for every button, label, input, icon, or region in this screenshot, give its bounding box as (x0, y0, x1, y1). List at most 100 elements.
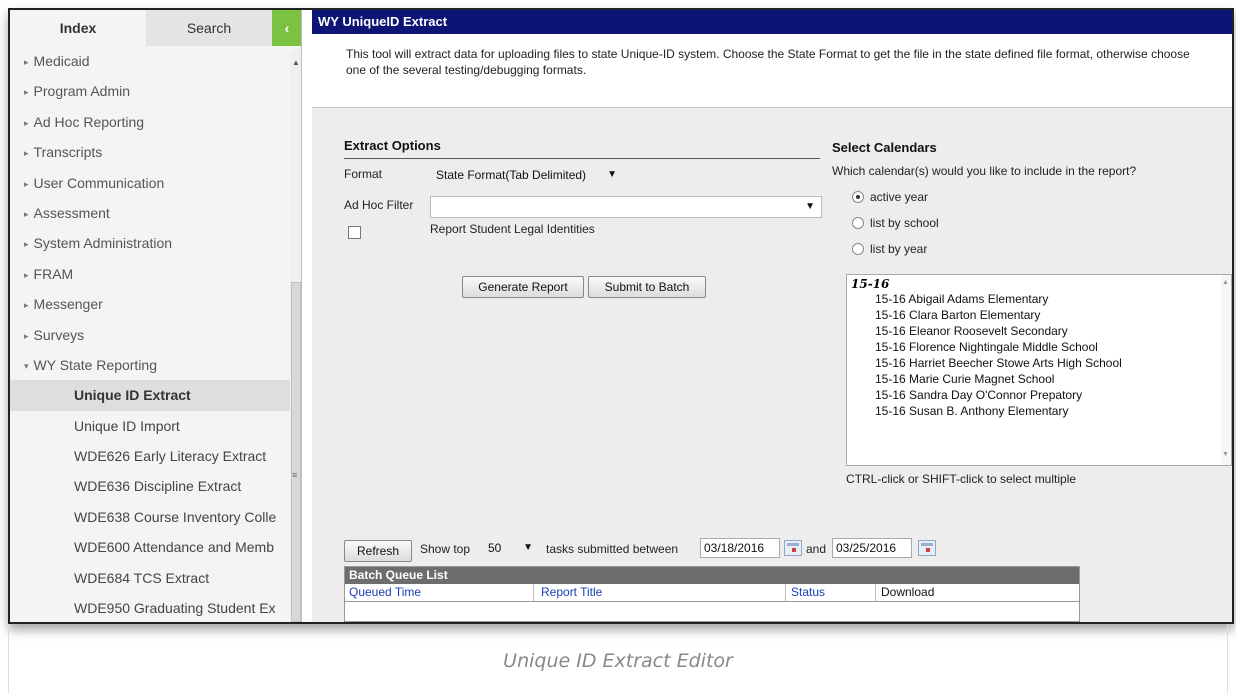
sidebar-item-label: Ad Hoc Reporting (33, 113, 145, 130)
scroll-up-icon[interactable]: ▲ (290, 58, 301, 67)
calendar-question: Which calendar(s) would you like to incl… (832, 164, 1137, 178)
calendar-icon[interactable] (784, 540, 802, 556)
calendar-option[interactable]: 15-16 Sandra Day O'Connor Prepatory (847, 387, 1231, 403)
sidebar-subitem-wde638[interactable]: WDE638 Course Inventory Colle (10, 502, 290, 532)
chevron-right-icon: ▸ (24, 300, 29, 311)
column-divider (875, 584, 876, 601)
chevron-down-icon: ▼ (523, 542, 533, 553)
sidebar-item-label: WY State Reporting (33, 356, 158, 373)
scrollbar-thumb[interactable] (291, 282, 301, 622)
sidebar: Index Search ‹ ▸ Medicaid ▸ Program Admin … (10, 10, 302, 622)
and-label: and (806, 542, 827, 556)
chevron-down-icon: ▼ (805, 201, 815, 212)
chevron-right-icon: ▸ (24, 148, 29, 159)
multi-select-hint: CTRL-click or SHIFT-click to select mult… (846, 472, 1077, 486)
calendar-option[interactable]: 15-16 Marie Curie Magnet School (847, 371, 1231, 387)
sidebar-scrollbar[interactable]: ▲ ≡ (290, 50, 301, 622)
column-queued-time[interactable]: Queued Time (349, 584, 421, 601)
column-download: Download (881, 585, 935, 599)
sidebar-item-label: System Administration (33, 235, 173, 252)
extract-options-heading: Extract Options (344, 138, 441, 153)
chevron-right-icon: ▸ (24, 269, 29, 280)
batch-queue-header: Queued Time Report Title Status Download (345, 584, 1079, 602)
legal-identities-label: Report Student Legal Identities (430, 222, 595, 236)
start-date-input[interactable]: 03/18/2016 (700, 538, 780, 558)
sidebar-item-label: Messenger (33, 296, 103, 313)
sidebar-item-label: FRAM (33, 265, 74, 282)
chevron-right-icon: ▸ (24, 57, 29, 67)
sidebar-item-fram[interactable]: ▸ FRAM (10, 259, 290, 289)
collapse-sidebar-button[interactable]: ‹ (272, 10, 301, 46)
generate-report-button[interactable]: Generate Report (462, 276, 584, 298)
chevron-right-icon: ▸ (24, 178, 29, 189)
sidebar-item-label: User Communication (33, 174, 165, 191)
sidebar-subitem-wde684[interactable]: WDE684 TCS Extract (10, 563, 290, 593)
calendar-option[interactable]: 15-16 Susan B. Anthony Elementary (847, 403, 1231, 419)
format-select[interactable]: State Format(Tab Delimited) ▼ (430, 164, 624, 186)
sidebar-item-assessment[interactable]: ▸ Assessment (10, 198, 290, 228)
end-date-input[interactable]: 03/25/2016 (832, 538, 912, 558)
show-top-value: 50 (488, 541, 502, 555)
tab-search[interactable]: Search (146, 10, 272, 46)
sidebar-subitem-unique-id-extract[interactable]: Unique ID Extract (10, 380, 290, 411)
tool-description: This tool will extract data for uploadin… (312, 34, 1232, 108)
calendar-option[interactable]: 15-16 Abigail Adams Elementary (847, 291, 1231, 307)
column-divider (533, 584, 534, 601)
sidebar-tabs: Index Search ‹ (10, 10, 301, 46)
sidebar-subitem-wde600[interactable]: WDE600 Attendance and Memb (10, 532, 290, 562)
sidebar-item-medicaid[interactable]: ▸ Medicaid (10, 46, 290, 76)
sidebar-item-ad-hoc-reporting[interactable]: ▸ Ad Hoc Reporting (10, 107, 290, 137)
scroll-down-icon[interactable]: ▼ (1222, 451, 1229, 458)
sidebar-nav: ▸ Medicaid ▸ Program Admin ▸ Ad Hoc Reporti… (10, 46, 290, 622)
sidebar-item-program-admin[interactable]: ▸ Program Admin (10, 76, 290, 106)
calendar-option[interactable]: 15-16 Florence Nightingale Middle School (847, 339, 1231, 355)
refresh-button[interactable]: Refresh (344, 540, 412, 562)
radio-list-by-school[interactable]: list by school (852, 216, 939, 230)
sidebar-subitem-wde636[interactable]: WDE636 Discipline Extract (10, 471, 290, 501)
radio-icon (852, 243, 864, 255)
column-report-title[interactable]: Report Title (541, 584, 602, 601)
legal-identities-checkbox[interactable] (348, 226, 361, 239)
calendar-option[interactable]: 15-16 Harriet Beecher Stowe Arts High Sc… (847, 355, 1231, 371)
listbox-scrollbar[interactable]: ▲ ▼ (1221, 275, 1231, 465)
chevron-down-icon: ▼ (607, 169, 617, 180)
sidebar-item-wy-state-reporting[interactable]: ▾ WY State Reporting (10, 350, 290, 380)
show-top-label: Show top (420, 542, 471, 556)
sidebar-item-surveys[interactable]: ▸ Surveys (10, 320, 290, 350)
adhoc-filter-label: Ad Hoc Filter (344, 198, 414, 212)
scroll-up-icon[interactable]: ▲ (1222, 279, 1229, 286)
sidebar-item-label: Transcripts (33, 144, 103, 161)
sidebar-item-label: Medicaid (33, 53, 90, 69)
show-top-select[interactable]: 50 ▼ (482, 538, 540, 558)
sidebar-item-messenger[interactable]: ▸ Messenger (10, 289, 290, 319)
radio-label: list by year (870, 242, 928, 256)
main-panel: WY UniqueID Extract This tool will extra… (312, 10, 1232, 622)
radio-selected-icon (852, 191, 864, 203)
divider (344, 158, 820, 159)
calendar-option[interactable]: 15-16 Eleanor Roosevelt Secondary (847, 323, 1231, 339)
sidebar-item-user-communication[interactable]: ▸ User Communication (10, 168, 290, 198)
sidebar-subitem-wde950[interactable]: WDE950 Graduating Student Ex (10, 593, 290, 622)
calendar-option[interactable]: 15-16 Clara Barton Elementary (847, 307, 1231, 323)
sidebar-item-system-administration[interactable]: ▸ System Administration (10, 228, 290, 258)
radio-list-by-year[interactable]: list by year (852, 242, 927, 256)
screenshot-frame: Index Search ‹ ▸ Medicaid ▸ Program Admin … (8, 8, 1234, 624)
tasks-submitted-label: tasks submitted between (546, 542, 679, 556)
sidebar-item-label: Surveys (33, 326, 85, 343)
column-status[interactable]: Status (791, 584, 825, 601)
calendar-group-header: 15-16 (851, 277, 890, 291)
calendar-listbox[interactable]: 15-16 15-16 Abigail Adams Elementary 15-… (846, 274, 1232, 466)
radio-active-year[interactable]: active year (852, 190, 928, 204)
chevron-right-icon: ▸ (24, 87, 29, 98)
sidebar-subitem-wde626[interactable]: WDE626 Early Literacy Extract (10, 441, 290, 471)
sidebar-item-transcripts[interactable]: ▸ Transcripts (10, 137, 290, 167)
adhoc-filter-select[interactable]: ▼ (430, 196, 822, 218)
select-calendars-heading: Select Calendars (832, 140, 937, 155)
sidebar-subitem-unique-id-import[interactable]: Unique ID Import (10, 411, 290, 441)
sidebar-item-label: Assessment (33, 204, 110, 221)
chevron-right-icon: ▸ (24, 117, 29, 128)
calendar-icon[interactable] (918, 540, 936, 556)
submit-to-batch-button[interactable]: Submit to Batch (588, 276, 706, 298)
tab-index[interactable]: Index (10, 10, 146, 46)
image-caption: Unique ID Extract Editor (503, 650, 733, 672)
